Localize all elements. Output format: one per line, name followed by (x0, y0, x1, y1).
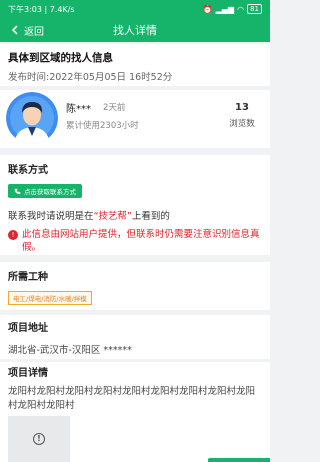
back-button[interactable]: 返回 (10, 21, 44, 39)
publish-time: 发布时间:2022年05月05日 16时52分 (8, 72, 173, 83)
detail-text: 龙阳村龙阳村龙阳村龙阳村龙阳村龙阳村龙阳村龙阳村龙阳村龙阳村龙阳村 (8, 386, 256, 411)
contact-tip: 联系我时请说明是在“技艺帮”上看到的 (8, 208, 262, 222)
views-count: 13 (235, 102, 249, 113)
status-icons: ⏰ ▂▄▆ ◠ 81 (203, 4, 262, 14)
profile-card: 陈*** 2天前 累计使用2303小时 13 浏览数 (0, 90, 270, 148)
work-section-title: 所需工种 (8, 272, 48, 283)
header-card: 具体到区域的找人信息 发布时间:2022年05月05日 16时52分 (0, 44, 270, 86)
floating-action-bar[interactable] (208, 458, 270, 462)
phone-icon (14, 188, 21, 194)
address-section-title: 项目地址 (8, 323, 48, 334)
status-bar: 下午3:03 | 7.4K/s ⏰ ▂▄▆ ◠ 81 (0, 0, 270, 18)
post-age: 2天前 (103, 103, 126, 113)
user-name: 陈*** (66, 104, 91, 115)
image-placeholder[interactable]: ! (8, 416, 70, 462)
get-contact-label: 点击获取联系方式 (24, 188, 76, 196)
contact-card: 联系方式 点击获取联系方式 联系我时请说明是在“技艺帮”上看到的 ! 此信息由网… (0, 155, 270, 255)
address-card: 项目地址 湖北省-武汉市-汉阳区 ****** (0, 315, 270, 359)
tip-prefix: 联系我时请说明是在 (8, 210, 94, 222)
alarm-icon: ⏰ (202, 4, 213, 14)
work-type-card: 所需工种 电工/焊电/消防/水暖/拌模 (0, 262, 270, 310)
job-title: 具体到区域的找人信息 (8, 52, 113, 64)
usage-hours: 累计使用2303小时 (66, 121, 139, 131)
chevron-left-icon (11, 25, 18, 35)
tip-brand: “技艺帮” (93, 210, 132, 222)
nav-bar: 返回 找人详情 (0, 18, 270, 42)
tip-suffix: 上看到的 (131, 210, 170, 222)
battery-icon: 81 (247, 4, 262, 14)
avatar[interactable] (6, 92, 58, 144)
user-avatar-icon (6, 92, 58, 144)
warning-notice: ! 此信息由网站用户提供，但联系时仍需要注意识别信息真假。 (8, 228, 262, 254)
address-value: 湖北省-武汉市-汉阳区 ****** (8, 345, 132, 356)
warning-text: 此信息由网站用户提供，但联系时仍需要注意识别信息真假。 (22, 228, 260, 253)
wifi-icon: ◠ (237, 4, 245, 14)
detail-card: 项目详情 龙阳村龙阳村龙阳村龙阳村龙阳村龙阳村龙阳村龙阳村龙阳村龙阳村龙阳村 ! (0, 362, 270, 462)
work-type-tag: 电工/焊电/消防/水暖/拌模 (8, 291, 92, 305)
warning-icon: ! (8, 229, 18, 240)
get-contact-button[interactable]: 点击获取联系方式 (8, 184, 82, 198)
back-label: 返回 (24, 26, 44, 38)
image-error-icon: ! (33, 433, 45, 445)
status-time: 下午3:03 | 7.4K/s (8, 4, 75, 14)
views-label: 浏览数 (229, 119, 255, 129)
signal-icon: ▂▄▆ (215, 4, 235, 14)
contact-section-title: 联系方式 (8, 165, 48, 176)
detail-section-title: 项目详情 (8, 368, 48, 379)
